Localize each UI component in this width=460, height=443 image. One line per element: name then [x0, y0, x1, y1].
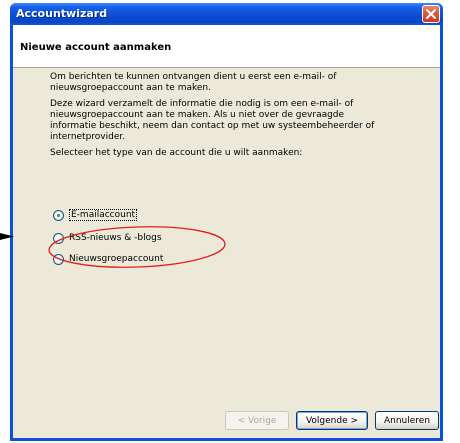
next-button[interactable]: Volgende >: [296, 411, 368, 430]
close-icon: [426, 9, 436, 19]
cancel-button[interactable]: Annuleren: [375, 411, 439, 430]
radio-rss-news-blogs[interactable]: RSS-nieuws & -blogs: [53, 231, 162, 245]
close-button[interactable]: [422, 5, 440, 23]
radio-dot: [57, 213, 60, 217]
intro-paragraph: Om berichten te kunnen ontvangen dient u…: [50, 72, 337, 93]
radio-newsgroup-account[interactable]: Nieuwsgroepaccount: [53, 252, 163, 266]
intro-paragraph: Selecteer het type van de account die u …: [50, 148, 303, 158]
back-button[interactable]: < Vorige: [225, 411, 289, 430]
radio-button[interactable]: [53, 232, 64, 244]
radio-label-newsgroup[interactable]: Nieuwsgroepaccount: [69, 254, 163, 264]
radio-label-email[interactable]: E-mailaccount: [69, 209, 138, 221]
intro-paragraph: Deze wizard verzamelt de informatie die …: [50, 99, 375, 142]
intro-text: Om berichten te kunnen ontvangen dient u…: [50, 72, 390, 164]
window-title: Accountwizard: [16, 7, 108, 20]
radio-button-selected[interactable]: [53, 209, 64, 221]
radio-email-account[interactable]: E-mailaccount: [53, 208, 138, 222]
title-bar[interactable]: Accountwizard: [10, 3, 443, 25]
radio-button[interactable]: [53, 253, 64, 265]
wizard-window: Accountwizard Nieuwe account aanmaken: [10, 3, 443, 441]
radio-label-rss[interactable]: RSS-nieuws & -blogs: [69, 233, 162, 243]
wizard-header: Nieuwe account aanmaken: [13, 25, 440, 68]
page-title: Nieuwe account aanmaken: [20, 42, 172, 53]
